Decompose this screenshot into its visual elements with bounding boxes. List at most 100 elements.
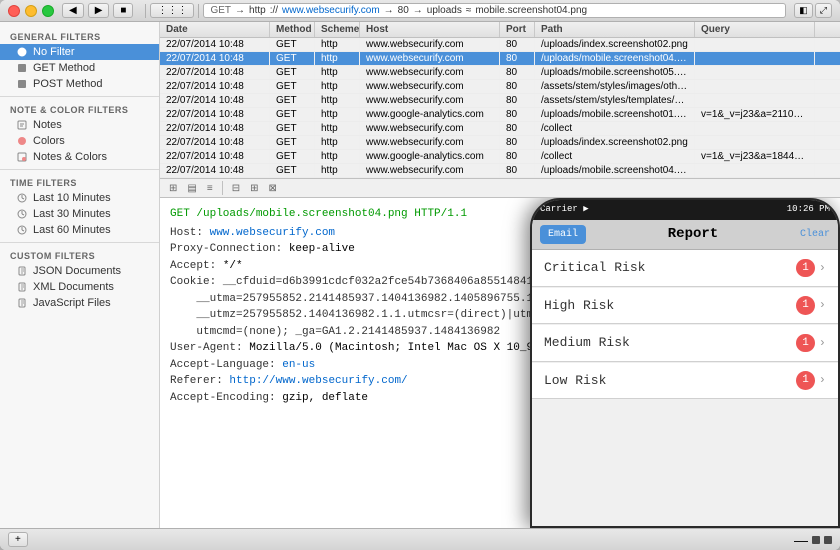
cell-host: www.websecurify.com (360, 164, 500, 177)
close-button[interactable] (8, 5, 20, 17)
sidebar-item-post[interactable]: POST Method (0, 76, 159, 92)
phone-list-item[interactable]: Low Risk 1 › (532, 363, 838, 400)
main-content: GENERAL FILTERS No Filter GET Method POS… (0, 22, 840, 528)
table-row[interactable]: 22/07/2014 10:48 GET http www.google-ana… (160, 150, 840, 164)
table-icon-6[interactable]: ⊠ (265, 182, 279, 195)
cell-date: 22/07/2014 10:48 (160, 80, 270, 93)
phone-list-item[interactable]: Medium Risk 1 › (532, 325, 838, 362)
table-icon-4[interactable]: ⊟ (229, 182, 243, 195)
cell-date: 22/07/2014 10:48 (160, 122, 270, 135)
cell-host: www.websecurify.com (360, 38, 500, 51)
sidebar-item-60min[interactable]: Last 60 Minutes (0, 222, 159, 238)
add-filter-button[interactable]: + (8, 532, 28, 547)
table-row[interactable]: 22/07/2014 10:48 GET http www.websecurif… (160, 38, 840, 52)
sidebar-item-30min[interactable]: Last 30 Minutes (0, 206, 159, 222)
col-header-query: Query (695, 22, 815, 37)
table-icon-2[interactable]: ▤ (184, 182, 199, 195)
phone-badge-critical: 1 (796, 259, 815, 278)
back-button[interactable]: ◀ (62, 3, 84, 18)
cell-method: GET (270, 80, 315, 93)
sidebar-item-json[interactable]: JSON Documents (0, 263, 159, 279)
cell-query (695, 66, 815, 79)
phone-item-label-critical: Critical Risk (544, 258, 645, 278)
cell-host: www.websecurify.com (360, 66, 500, 79)
cell-date: 22/07/2014 10:48 (160, 38, 270, 51)
cell-query: v=1&_v=j23&a=18444379434t=pa... (695, 150, 815, 163)
cell-scheme: http (315, 80, 360, 93)
cell-scheme: http (315, 38, 360, 51)
stop-button[interactable]: ■ (113, 3, 133, 18)
sidebar-toggle[interactable]: ◧ (794, 3, 813, 18)
note-icon (16, 119, 28, 131)
url-port: 80 (398, 5, 409, 16)
phone-email-button[interactable]: Email (540, 225, 586, 244)
table-icon-1[interactable]: ⊞ (166, 182, 180, 195)
color-icon (16, 135, 28, 147)
toolbar-divider-2 (198, 4, 199, 18)
phone-time: 10:26 PM (787, 203, 830, 217)
table-row[interactable]: 22/07/2014 10:48 GET http www.websecurif… (160, 80, 840, 94)
phone-title: Report (668, 224, 718, 245)
phone-list-item[interactable]: High Risk 1 › (532, 288, 838, 325)
status-indicator-2 (824, 536, 832, 544)
phone-list-item[interactable]: Critical Risk 1 › (532, 250, 838, 287)
toolbar-divider-1 (145, 4, 146, 18)
cell-date: 22/07/2014 10:48 (160, 94, 270, 107)
sidebar-item-10min[interactable]: Last 10 Minutes (0, 190, 159, 206)
sidebar-label-no-filter: No Filter (33, 46, 75, 58)
minimize-button[interactable] (25, 5, 37, 17)
table-row[interactable]: 22/07/2014 10:48 GET http www.websecurif… (160, 164, 840, 178)
col-header-port: Port (500, 22, 535, 37)
cell-port: 80 (500, 80, 535, 93)
phone-clear-button[interactable]: Clear (800, 227, 830, 242)
doc-icon-1 (16, 265, 28, 277)
cell-port: 80 (500, 136, 535, 149)
sidebar-item-get[interactable]: GET Method (0, 60, 159, 76)
phone-carrier: Carrier ▶ (540, 203, 589, 217)
play-button[interactable]: ▶ (88, 3, 110, 18)
cell-port: 80 (500, 52, 535, 65)
maximize-button[interactable] (42, 5, 54, 17)
fullscreen-btn[interactable]: ⤢ (815, 3, 832, 18)
table-row[interactable]: 22/07/2014 10:48 GET http www.websecurif… (160, 94, 840, 108)
sidebar-item-colors[interactable]: Colors (0, 133, 159, 149)
cell-method: GET (270, 66, 315, 79)
sidebar-item-no-filter[interactable]: No Filter (0, 44, 159, 60)
table-row[interactable]: 22/07/2014 10:48 GET http www.websecurif… (160, 66, 840, 80)
columns-button[interactable]: ⋮⋮⋮ (150, 3, 194, 18)
sidebar-item-xml[interactable]: XML Documents (0, 279, 159, 295)
cell-date: 22/07/2014 10:48 (160, 136, 270, 149)
cell-query: v=1&_v=j23&a=211004092&t=pa... (695, 108, 815, 121)
table-row[interactable]: 22/07/2014 10:48 GET http www.websecurif… (160, 122, 840, 136)
table-icon-3[interactable]: ≡ (204, 182, 216, 195)
divider-1 (0, 96, 159, 97)
cell-method: GET (270, 122, 315, 135)
cell-query (695, 80, 815, 93)
phone-item-label-high: High Risk (544, 296, 614, 316)
sidebar-section-custom: CUSTOM FILTERS (0, 247, 159, 263)
cell-scheme: http (315, 122, 360, 135)
table-row[interactable]: 22/07/2014 10:48 GET http www.websecurif… (160, 52, 840, 66)
table-icon-5[interactable]: ⊞ (247, 182, 261, 195)
cell-query (695, 52, 815, 65)
col-header-method: Method (270, 22, 315, 37)
sidebar-label-notes: Notes (33, 119, 62, 131)
cell-port: 80 (500, 122, 535, 135)
sidebar-item-notes-colors[interactable]: Notes & Colors (0, 149, 159, 165)
sidebar-item-notes[interactable]: Notes (0, 117, 159, 133)
col-header-path: Path (535, 22, 695, 37)
table-header: Date Method Scheme Host Port Path Query (160, 22, 840, 38)
cell-port: 80 (500, 66, 535, 79)
sidebar-section-time: TIME FILTERS (0, 174, 159, 190)
sidebar-label-json: JSON Documents (33, 265, 121, 277)
sidebar-label-10min: Last 10 Minutes (33, 192, 111, 204)
cell-path: /uploads/mobile.screenshot04.png (535, 52, 695, 65)
notes-colors-icon (16, 151, 28, 163)
table-row[interactable]: 22/07/2014 10:48 GET http www.websecurif… (160, 136, 840, 150)
table-row[interactable]: 22/07/2014 10:48 GET http www.google-ana… (160, 108, 840, 122)
table-bottom-toolbar: ⊞ ▤ ≡ ⊟ ⊞ ⊠ (160, 179, 840, 198)
cell-port: 80 (500, 108, 535, 121)
sidebar-item-js[interactable]: JavaScript Files (0, 295, 159, 311)
divider-2 (0, 169, 159, 170)
cell-port: 80 (500, 38, 535, 51)
